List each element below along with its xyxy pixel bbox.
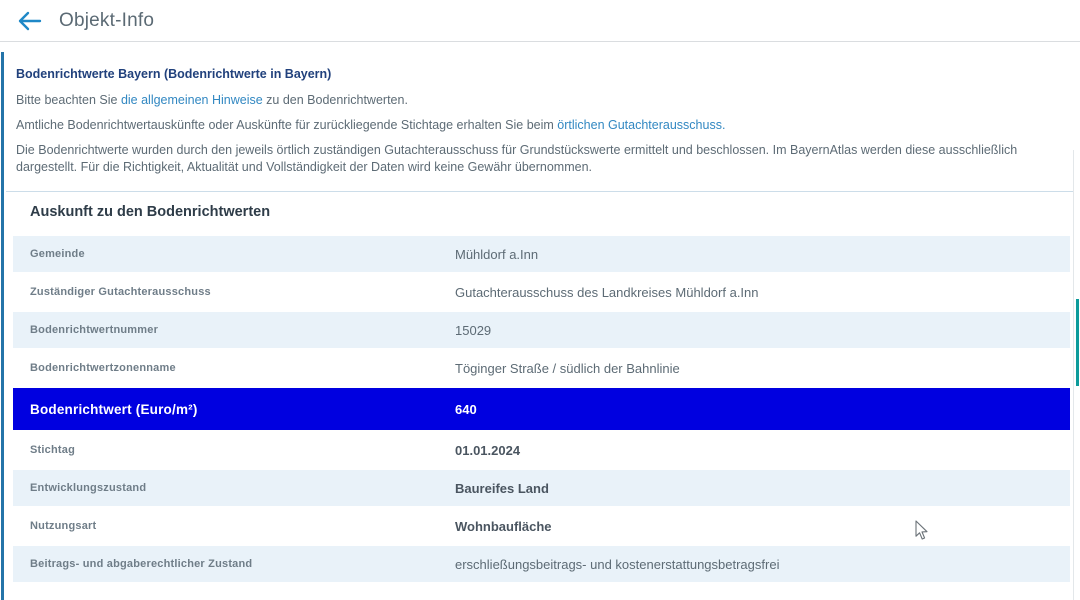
- table-row: BodenrichtwertzonennameTöginger Straße /…: [13, 350, 1070, 386]
- row-label: Bodenrichtwert (Euro/m²): [13, 402, 446, 417]
- table-row: GemeindeMühldorf a.Inn: [13, 236, 1070, 272]
- row-value: 01.01.2024: [446, 443, 1070, 458]
- row-value: erschließungsbeitrags- und kostenerstatt…: [446, 557, 1070, 572]
- scrollbar-thumb[interactable]: [1076, 299, 1079, 386]
- info-text: Bitte beachten Sie: [16, 93, 121, 107]
- info-paragraph-3: Die Bodenrichtwerte wurden durch den jew…: [16, 142, 1070, 176]
- local-committee-link[interactable]: örtlichen Gutachterausschuss.: [557, 118, 725, 132]
- table-row: Bodenrichtwertnummer15029: [13, 312, 1070, 348]
- row-value: 640: [446, 402, 1070, 417]
- divider: [6, 191, 1073, 192]
- back-button[interactable]: [17, 11, 42, 31]
- row-value: Mühldorf a.Inn: [446, 247, 1070, 262]
- row-label: Bodenrichtwertnummer: [13, 324, 446, 336]
- row-label: Gemeinde: [13, 248, 446, 260]
- info-heading: Bodenrichtwerte Bayern (Bodenrichtwerte …: [16, 66, 1070, 83]
- table-row: Beitrags- und abgaberechtlicher Zustande…: [13, 546, 1070, 582]
- row-value: Töginger Straße / südlich der Bahnlinie: [446, 361, 1070, 376]
- table-row: NutzungsartWohnbaufläche: [13, 508, 1070, 544]
- topbar: Objekt-Info: [0, 0, 1080, 42]
- row-label: Entwicklungszustand: [13, 482, 446, 494]
- general-hints-link[interactable]: die allgemeinen Hinweise: [121, 93, 263, 107]
- table-row: Zuständiger GutachterausschussGutachtera…: [13, 274, 1070, 310]
- row-value: 15029: [446, 323, 1070, 338]
- row-label: Bodenrichtwertzonenname: [13, 362, 446, 374]
- info-text: zu den Bodenrichtwerten.: [263, 93, 408, 107]
- table-row: Bodenrichtwert (Euro/m²)640: [13, 388, 1070, 430]
- accent-line: [1, 52, 4, 600]
- row-label: Zuständiger Gutachterausschuss: [13, 286, 446, 298]
- page-title: Objekt-Info: [59, 10, 154, 32]
- table-row: EntwicklungszustandBaureifes Land: [13, 470, 1070, 506]
- table-row: Stichtag01.01.2024: [13, 432, 1070, 468]
- row-label: Beitrags- und abgaberechtlicher Zustand: [13, 558, 446, 570]
- row-value: Gutachterausschuss des Landkreises Mühld…: [446, 285, 1070, 300]
- scrollbar-track[interactable]: [1073, 150, 1074, 600]
- row-value: Baureifes Land: [446, 481, 1070, 496]
- info-table: GemeindeMühldorf a.InnZuständiger Gutach…: [13, 236, 1070, 584]
- info-paragraph-1: Bitte beachten Sie die allgemeinen Hinwe…: [16, 92, 1070, 109]
- arrow-left-icon: [17, 11, 42, 31]
- info-section: Bodenrichtwerte Bayern (Bodenrichtwerte …: [16, 66, 1070, 184]
- row-label: Nutzungsart: [13, 520, 446, 532]
- info-paragraph-2: Amtliche Bodenrichtwertauskünfte oder Au…: [16, 117, 1070, 134]
- row-value: Wohnbaufläche: [446, 519, 1070, 534]
- section-heading: Auskunft zu den Bodenrichtwerten: [30, 204, 270, 220]
- row-label: Stichtag: [13, 444, 446, 456]
- info-text: Amtliche Bodenrichtwertauskünfte oder Au…: [16, 118, 557, 132]
